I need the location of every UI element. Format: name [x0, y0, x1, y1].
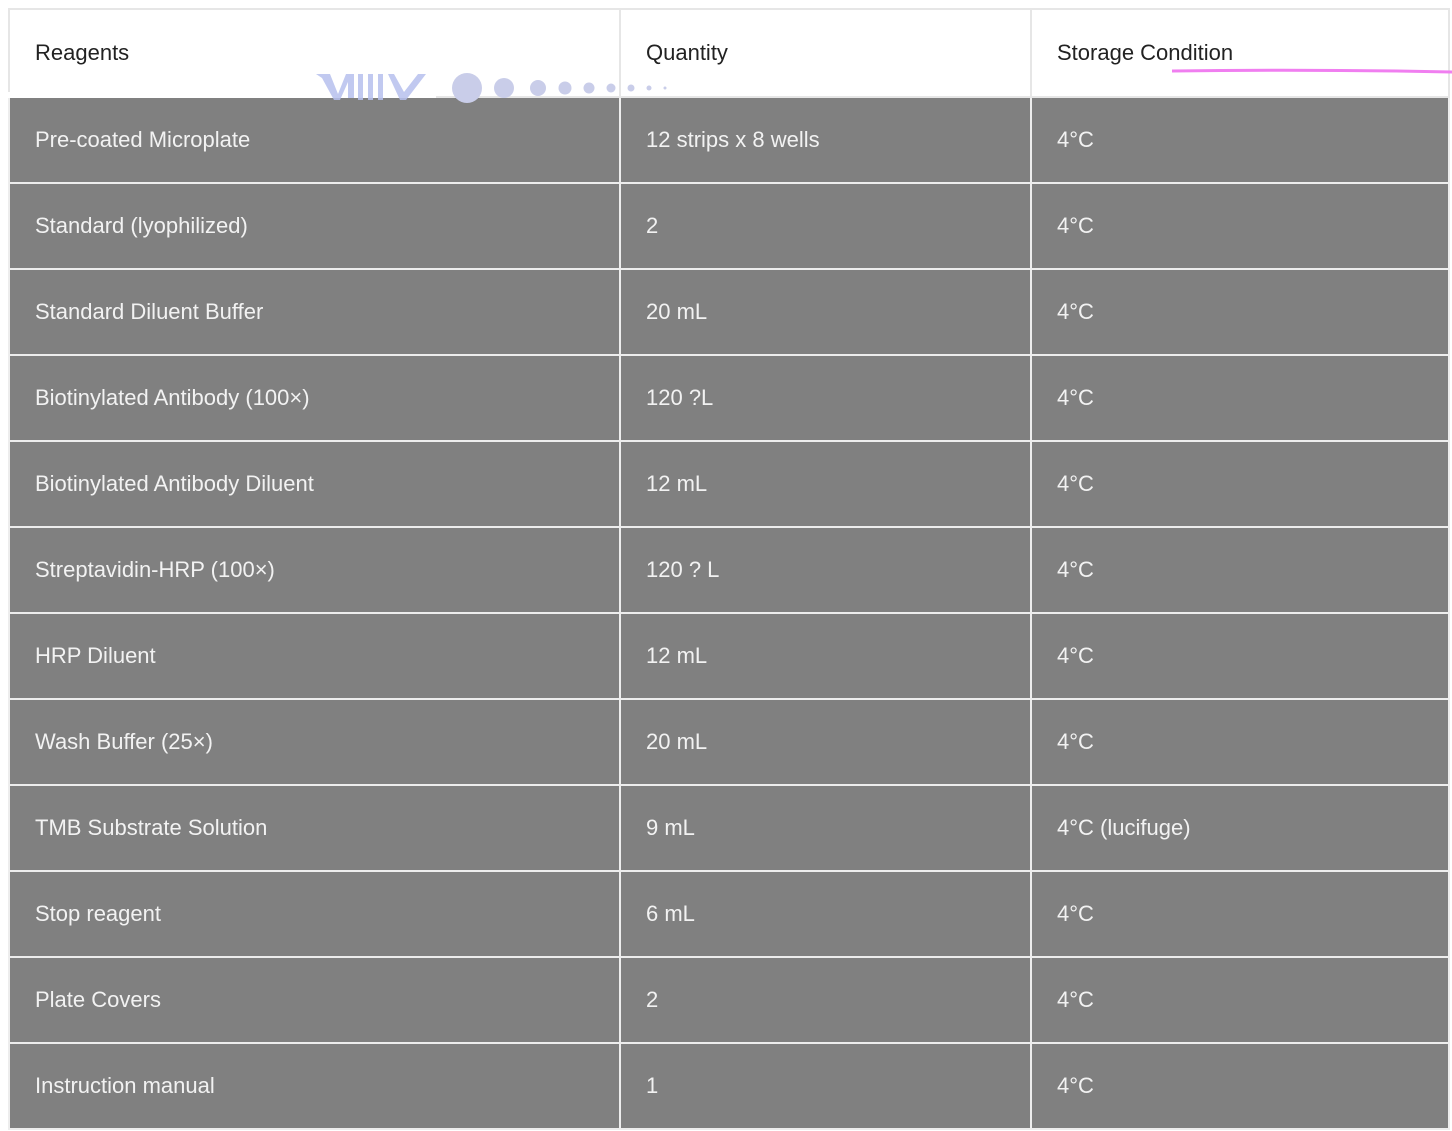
table-row: Biotinylated Antibody Diluent 12 mL 4°C	[8, 440, 1450, 528]
cell-reagent: Standard (lyophilized)	[8, 182, 621, 270]
cell-reagent: TMB Substrate Solution	[8, 784, 621, 872]
header-reagents: Reagents	[8, 8, 621, 98]
cell-quantity: 2	[619, 182, 1032, 270]
cell-quantity: 1	[619, 1042, 1032, 1130]
cell-storage-condition: 4°C	[1030, 870, 1450, 958]
cell-storage-condition: 4°C	[1030, 440, 1450, 528]
cell-storage-condition: 4°C	[1030, 612, 1450, 700]
cell-quantity: 120 ?L	[619, 354, 1032, 442]
reagents-table: Reagents Quantity Storage Condition Pre-…	[8, 8, 1450, 1130]
table-header-row: Reagents Quantity Storage Condition	[8, 8, 1450, 98]
cell-storage-condition: 4°C (lucifuge)	[1030, 784, 1450, 872]
table-row: Stop reagent 6 mL 4°C	[8, 870, 1450, 958]
cell-storage-condition: 4°C	[1030, 268, 1450, 356]
cell-quantity: 6 mL	[619, 870, 1032, 958]
cell-storage-condition: 4°C	[1030, 354, 1450, 442]
cell-reagent: Stop reagent	[8, 870, 621, 958]
cell-quantity: 9 mL	[619, 784, 1032, 872]
cell-reagent: Wash Buffer (25×)	[8, 698, 621, 786]
table-row: Biotinylated Antibody (100×) 120 ?L 4°C	[8, 354, 1450, 442]
cell-reagent: Instruction manual	[8, 1042, 621, 1130]
cell-reagent: Plate Covers	[8, 956, 621, 1044]
table-row: Standard Diluent Buffer 20 mL 4°C	[8, 268, 1450, 356]
cell-reagent: Biotinylated Antibody (100×)	[8, 354, 621, 442]
cell-storage-condition: 4°C	[1030, 96, 1450, 184]
table-row: Wash Buffer (25×) 20 mL 4°C	[8, 698, 1450, 786]
table-row: Pre-coated Microplate 12 strips x 8 wells…	[8, 96, 1450, 184]
table-row: HRP Diluent 12 mL 4°C	[8, 612, 1450, 700]
header-quantity: Quantity	[619, 8, 1032, 98]
cell-storage-condition: 4°C	[1030, 1042, 1450, 1130]
cell-storage-condition: 4°C	[1030, 698, 1450, 786]
cell-reagent: Standard Diluent Buffer	[8, 268, 621, 356]
cell-reagent: Pre-coated Microplate	[8, 96, 621, 184]
cell-quantity: 12 strips x 8 wells	[619, 96, 1032, 184]
cell-storage-condition: 4°C	[1030, 182, 1450, 270]
table-row: TMB Substrate Solution 9 mL 4°C (lucifuge)	[8, 784, 1450, 872]
cell-reagent: HRP Diluent	[8, 612, 621, 700]
page: Reagents Quantity Storage Condition Pre-…	[0, 0, 1452, 1131]
cell-storage-condition: 4°C	[1030, 526, 1450, 614]
header-storage-condition: Storage Condition	[1030, 8, 1450, 98]
table-row: Plate Covers 2 4°C	[8, 956, 1450, 1044]
cell-storage-condition: 4°C	[1030, 956, 1450, 1044]
cell-reagent: Biotinylated Antibody Diluent	[8, 440, 621, 528]
cell-quantity: 12 mL	[619, 612, 1032, 700]
cell-quantity: 20 mL	[619, 268, 1032, 356]
cell-quantity: 12 mL	[619, 440, 1032, 528]
table-row: Streptavidin-HRP (100×) 120 ? L 4°C	[8, 526, 1450, 614]
table-row: Standard (lyophilized) 2 4°C	[8, 182, 1450, 270]
cell-reagent: Streptavidin-HRP (100×)	[8, 526, 621, 614]
cell-quantity: 120 ? L	[619, 526, 1032, 614]
table-body: Pre-coated Microplate 12 strips x 8 wells…	[8, 96, 1450, 1130]
table-row: Instruction manual 1 4°C	[8, 1042, 1450, 1130]
cell-quantity: 2	[619, 956, 1032, 1044]
cell-quantity: 20 mL	[619, 698, 1032, 786]
